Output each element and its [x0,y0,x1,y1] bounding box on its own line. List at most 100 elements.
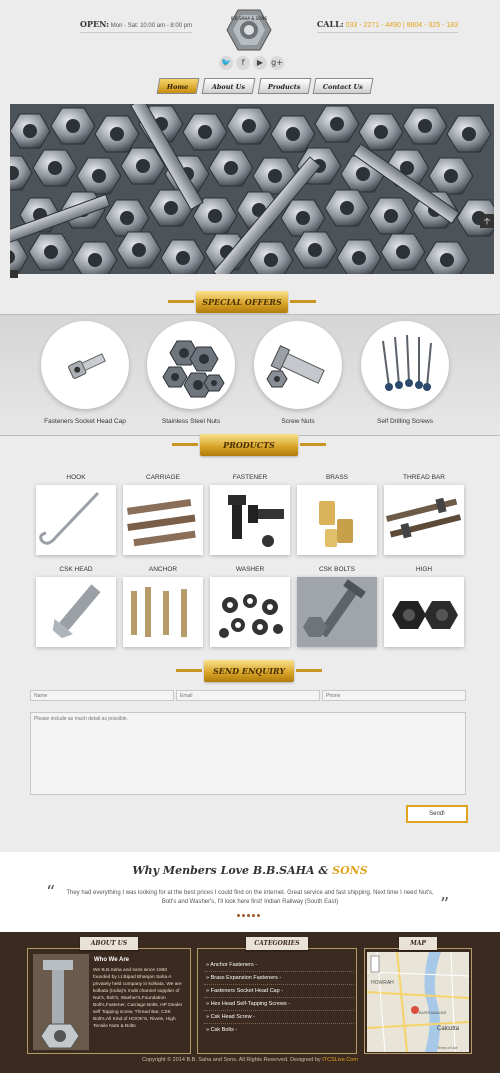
category-link[interactable]: » Csk Head Screw - [206,1014,255,1020]
about-us-title: ABOUT US [90,940,128,947]
pager-dot[interactable] [252,914,255,917]
map-zoom-control[interactable] [370,955,380,973]
nav-products-label: Products [267,83,301,91]
offer-item[interactable]: Self Drilling Screws [359,321,451,425]
map-label-howrah: HOWRAH [371,980,394,986]
main-nav: Home About Us Products Contact Us [156,78,374,94]
hero-image-nuts-bolts [10,104,494,274]
map-terms-link[interactable]: Terms of Use [437,1046,458,1050]
product-card[interactable]: CARRIAGE [123,474,203,555]
map-label-calcutta: Calcutta [437,1026,460,1032]
nav-home-label: Home [166,83,189,91]
product-image [210,577,290,647]
facebook-icon[interactable]: f [236,56,250,70]
category-link[interactable]: » Anchor Fasteners - [206,962,257,968]
special-offers-banner: SPECIAL OFFERS [168,291,316,313]
offer-label: Fasteners Socket Head Cap [44,418,126,425]
who-we-are-title: Who We Are [94,957,130,963]
nav-about-us[interactable]: About Us [201,78,256,94]
phone-input[interactable] [322,690,466,701]
pager-dot[interactable] [242,914,245,917]
call-info: CALL: 033 - 2271 - 4490 | 9804 - 325 - 1… [316,19,458,33]
products-banner: PRODUCTS [172,434,326,456]
category-link[interactable]: » Hex Head Self-Tapping Screws - [206,1001,290,1007]
product-name: HIGH [415,566,433,573]
testimonial-title-accent: SONS [332,864,368,877]
category-divider [204,1010,354,1011]
product-name: HOOK [66,474,86,481]
product-name: ANCHOR [148,566,178,573]
youtube-icon[interactable]: ▶ [253,56,267,70]
offer-item[interactable]: Fasteners Socket Head Cap [39,321,131,425]
product-image [384,577,464,647]
categories-banner: CATEGORIES [246,937,308,950]
offer-item[interactable]: Screw Nuts [252,321,344,425]
product-name: BRASS [325,474,349,481]
testimonial-pager [237,914,260,917]
products-title: PRODUCTS [223,440,275,450]
about-us-banner: ABOUT US [80,937,138,950]
nav-home[interactable]: Home [156,78,199,94]
google-plus-icon[interactable]: g+ [270,56,284,70]
scroll-top-icon[interactable]: 🡡 [480,214,494,228]
who-we-are-text: We B.B.Saha and sons since 1960 founded … [93,968,183,1029]
send-enquiry-title: SEND ENQUIRY [212,666,286,676]
product-image [210,485,290,555]
company-logo[interactable]: B.B.SAHA & SONS [226,8,272,52]
category-divider [204,984,354,985]
product-card[interactable]: HOOK [36,474,116,555]
opening-hours: OPEN: Mon - Sat: 10:00 am - 8:00 pm [80,19,193,33]
product-card[interactable]: CSK BOLTS [297,566,377,647]
name-input[interactable] [30,690,174,701]
product-card[interactable]: CSK HEAD [36,566,116,647]
product-image [36,577,116,647]
pager-dot[interactable] [237,914,240,917]
special-offers-section: Fasteners Socket Head Cap Stainless Stee… [0,314,500,436]
message-textarea[interactable] [30,712,466,795]
slider-pager-dot[interactable] [10,270,18,278]
designer-link[interactable]: ITCSLive.Com [322,1057,358,1063]
pager-dot[interactable] [257,914,260,917]
category-link[interactable]: » Brass Expansion Fasteners - [206,975,281,981]
copyright-text: Copyright © 2014 B.B. Saha and Sons. All… [142,1057,323,1063]
offer-label: Self Drilling Screws [377,418,433,425]
open-label: OPEN: [80,19,110,29]
open-hours-text: Mon - Sat: 10:00 am - 8:00 pm [110,23,193,29]
product-card[interactable]: HIGH [384,566,464,647]
special-offers-title: SPECIAL OFFERS [202,297,282,307]
product-name: WASHER [235,566,265,573]
send-button[interactable]: Send! [406,805,468,823]
product-image [36,485,116,555]
social-links: 🐦 f ▶ g+ [219,56,284,70]
category-link[interactable]: » Csk Bolts - [206,1027,237,1033]
location-map[interactable]: HOWRAH Calcutta BURRABAZAR Terms of Use [367,952,469,1052]
product-name: THREAD BAR [403,474,445,481]
product-image [123,485,203,555]
product-name: FASTENER [232,474,268,481]
nav-contact-us[interactable]: Contact Us [312,78,374,94]
email-input[interactable] [176,690,320,701]
product-card[interactable]: WASHER [210,566,290,647]
nav-products[interactable]: Products [257,78,311,94]
product-card[interactable]: BRASS [297,474,377,555]
category-divider [204,1023,354,1024]
categories-title: CATEGORIES [254,940,300,947]
pager-dot[interactable] [247,914,250,917]
product-image [297,577,377,647]
offer-image [147,321,235,409]
twitter-icon[interactable]: 🐦 [219,56,233,70]
nav-about-label: About Us [211,83,245,91]
product-name: CSK HEAD [59,566,93,573]
call-numbers[interactable]: 033 - 2271 - 4490 | 9804 - 325 - 183 [346,22,458,29]
logo-text: B.B.SAHA & SONS [231,16,267,21]
product-card[interactable]: ANCHOR [123,566,203,647]
offer-item[interactable]: Stainless Steel Nuts [145,321,237,425]
map-banner: MAP [399,937,437,950]
product-image [123,577,203,647]
category-divider [204,971,354,972]
hero-slider[interactable] [10,104,494,274]
category-link[interactable]: » Fasteners Socket Head Cap - [206,988,283,994]
product-card[interactable]: THREAD BAR [384,474,464,555]
product-card[interactable]: FASTENER [210,474,290,555]
offer-label: Stainless Steel Nuts [161,418,221,425]
